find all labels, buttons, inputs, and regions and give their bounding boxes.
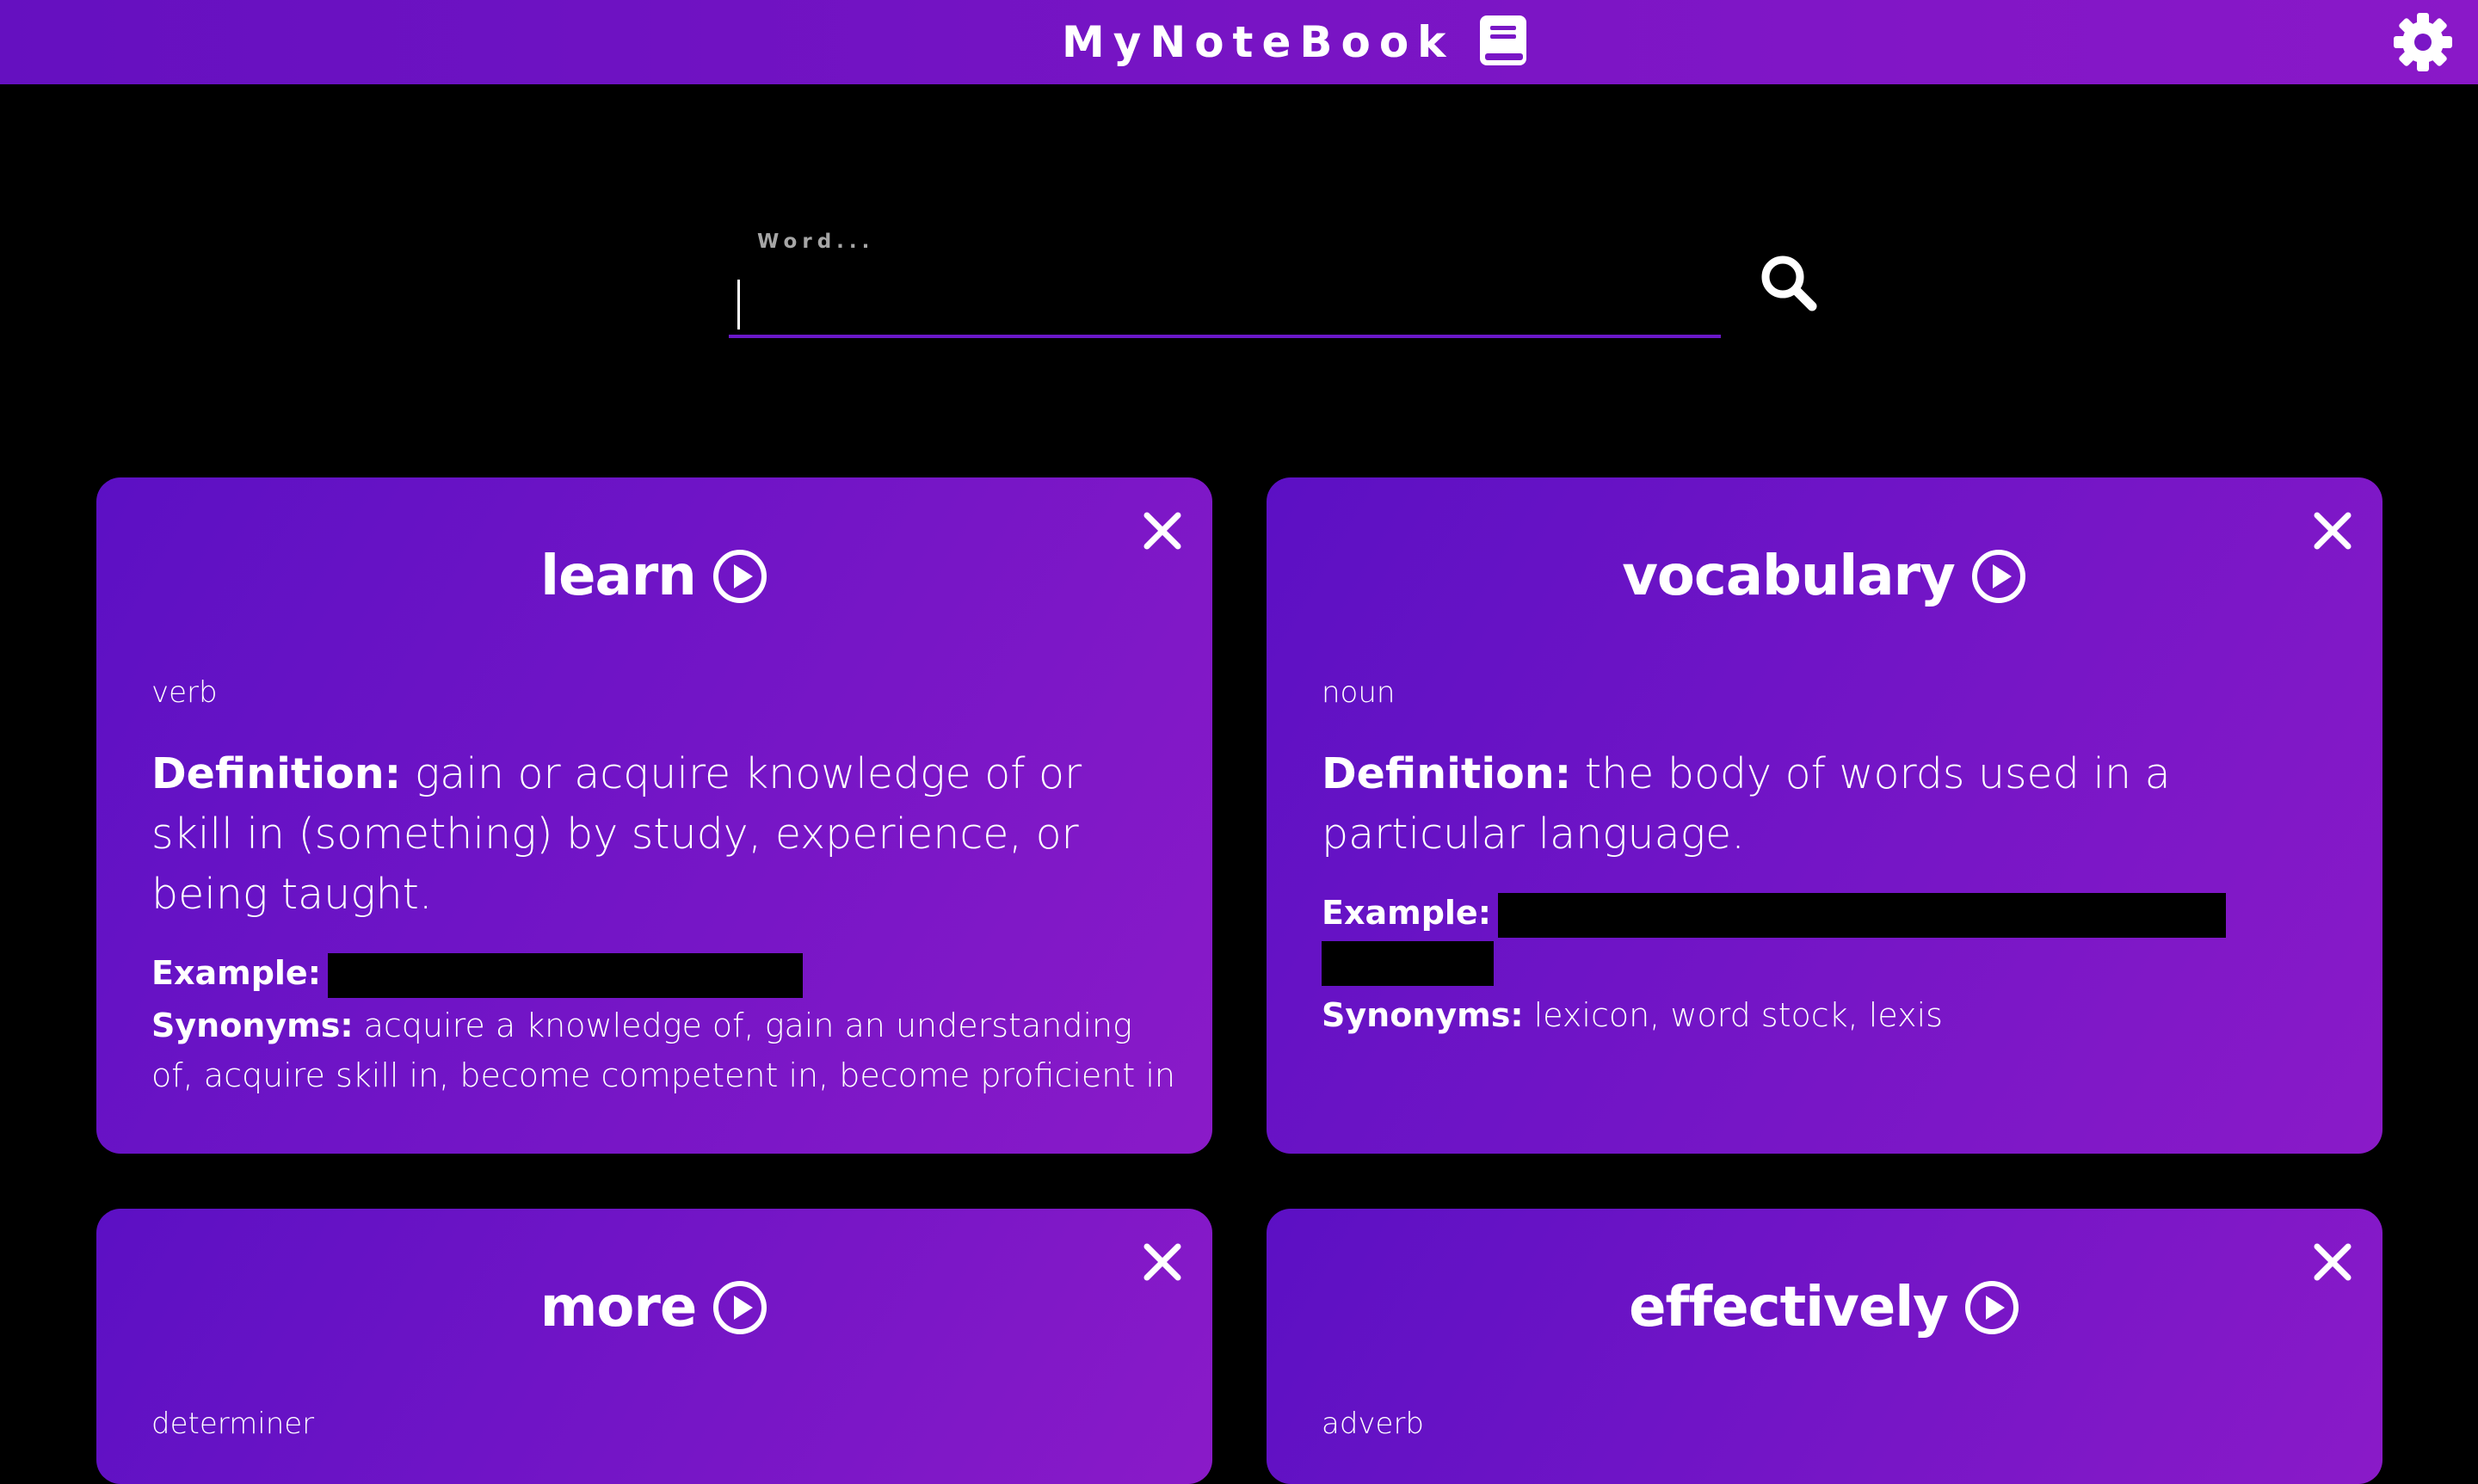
synonyms-text: lexicon, word stock, lexis	[1533, 996, 1943, 1034]
word-card: more determiner	[96, 1209, 1212, 1484]
search-input[interactable]	[729, 271, 1721, 338]
play-circle-icon	[1964, 1281, 2019, 1334]
part-of-speech: determiner	[151, 1407, 315, 1441]
synonyms: Synonyms: lexicon, word stock, lexis	[1322, 990, 2345, 1040]
search-button[interactable]	[1755, 249, 1824, 318]
synonyms-label: Synonyms:	[1322, 996, 1524, 1034]
part-of-speech: verb	[151, 675, 218, 710]
gear-icon[interactable]	[2392, 11, 2454, 73]
search-icon	[1761, 256, 1817, 311]
play-pronunciation-button[interactable]	[712, 548, 768, 605]
definition: Definition: gain or acquire knowledge of…	[151, 744, 1167, 925]
example: Example:	[151, 949, 1167, 998]
play-pronunciation-button[interactable]	[1970, 548, 2027, 605]
synonyms: Synonyms: acquire a knowledge of, gain a…	[151, 1001, 1175, 1100]
play-pronunciation-button[interactable]	[1963, 1279, 2020, 1336]
app-title: MyNoteBook	[1062, 17, 1455, 67]
example-label: Example:	[151, 954, 321, 992]
definition: Definition: the body of words used in a …	[1322, 744, 2337, 865]
example-label: Example:	[1322, 894, 1491, 932]
redacted-example	[327, 952, 803, 998]
word-card: vocabulary noun Definition: the body of …	[1267, 477, 2382, 1154]
play-circle-icon	[712, 550, 767, 603]
word-heading: effectively	[1267, 1269, 2382, 1346]
play-circle-icon	[1971, 550, 2025, 603]
word-heading: vocabulary	[1267, 538, 2382, 615]
redacted-example-continued	[1322, 941, 1494, 986]
top-bar: MyNoteBook	[0, 0, 2478, 84]
definition-label: Definition:	[151, 749, 402, 798]
play-circle-icon	[713, 1281, 767, 1334]
brand: MyNoteBook	[1062, 12, 1528, 72]
play-pronunciation-button[interactable]	[712, 1279, 768, 1336]
word-title: learn	[540, 545, 697, 608]
redacted-example	[1497, 892, 2226, 938]
book-icon	[1480, 15, 1527, 65]
part-of-speech: noun	[1322, 675, 1396, 710]
word-card: learn verb Definition: gain or acquire k…	[96, 477, 1212, 1154]
word-title: more	[539, 1276, 698, 1339]
text-caret	[737, 280, 740, 329]
definition-label: Definition:	[1322, 749, 1572, 798]
part-of-speech: adverb	[1322, 1407, 1425, 1441]
word-title: vocabulary	[1622, 545, 1956, 608]
search-label: Word...	[757, 231, 875, 253]
word-heading: more	[96, 1269, 1212, 1346]
word-title: effectively	[1629, 1276, 1949, 1339]
example: Example:	[1322, 889, 2337, 986]
word-card: effectively adverb	[1267, 1209, 2382, 1484]
synonyms-label: Synonyms:	[151, 1007, 354, 1044]
word-heading: learn	[96, 538, 1212, 615]
